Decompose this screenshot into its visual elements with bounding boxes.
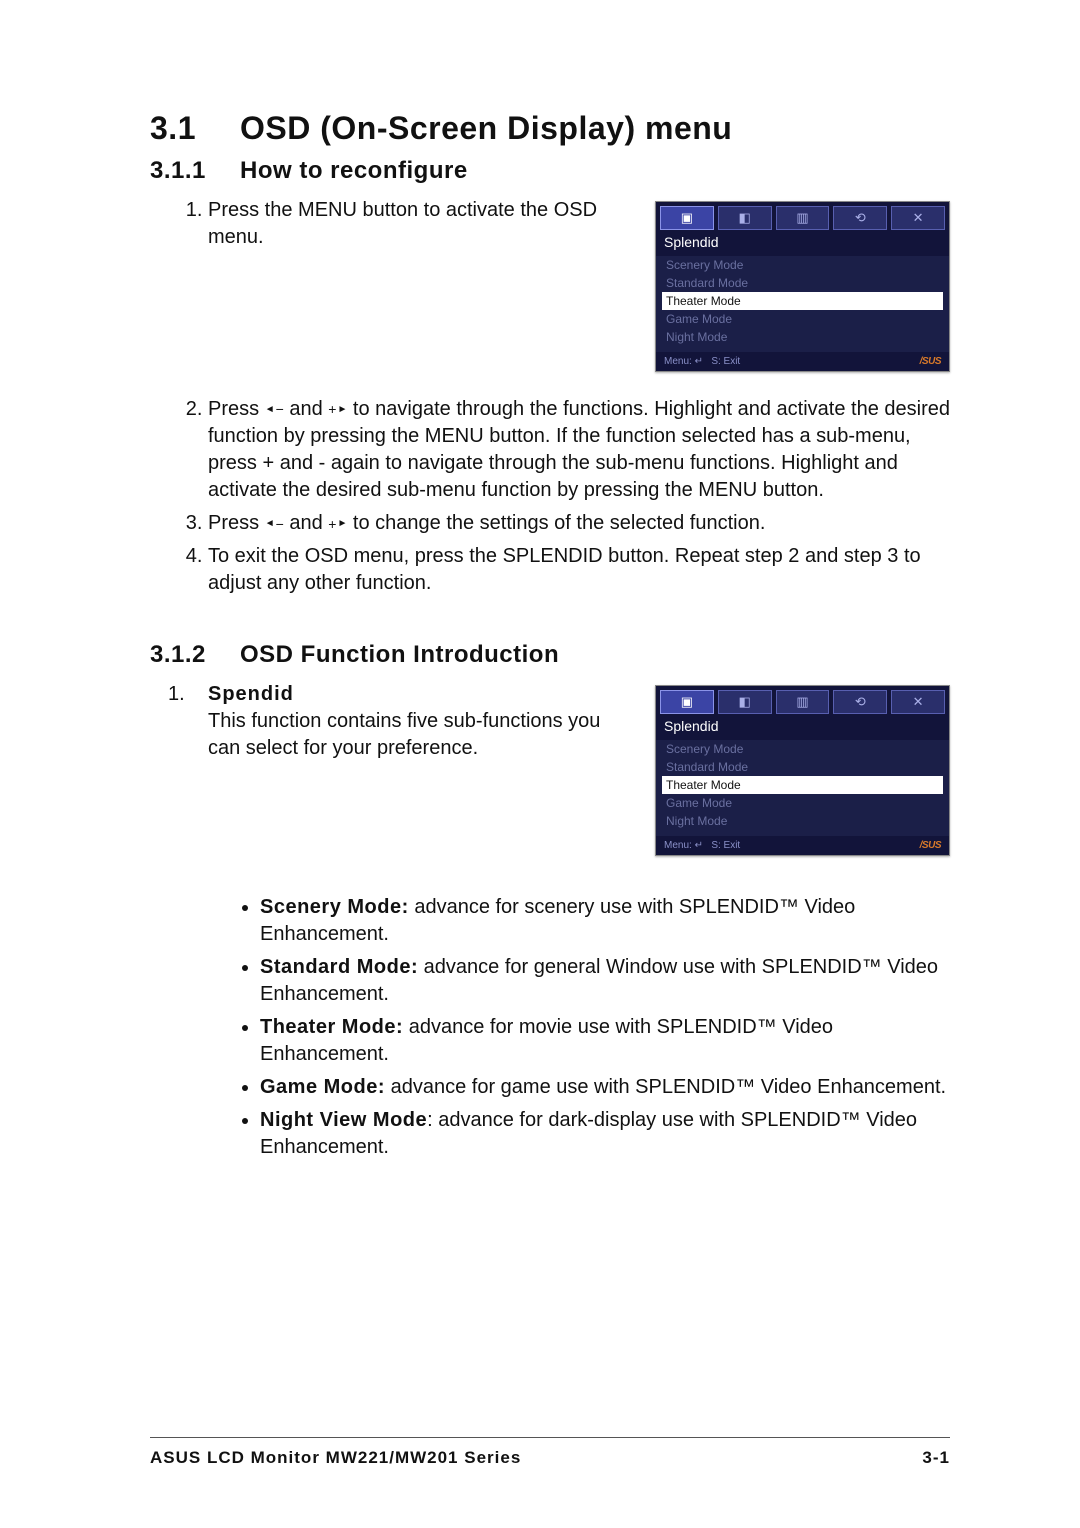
- osd-mode-night: Night Mode: [662, 328, 943, 346]
- osd-title: Splendid: [656, 714, 949, 740]
- close-icon: ✕: [913, 210, 924, 226]
- step-4: To exit the OSD menu, press the SPLENDID…: [208, 543, 950, 597]
- osd-mode-night: Night Mode: [662, 812, 943, 830]
- mode-game-label: Game Mode:: [260, 1076, 385, 1098]
- mode-game-desc: advance for game use with SPLENDID™ Vide…: [385, 1076, 946, 1098]
- splendid-row: 1.Spendid This function contains five su…: [150, 681, 950, 856]
- osd-preview-2: ▣ ◧ ▥ ⟲ ✕ Splendid Scenery Mode Standard…: [655, 685, 950, 856]
- subsection-number: 3.1.1: [150, 157, 240, 185]
- footer-left: ASUS LCD Monitor MW221/MW201 Series: [150, 1448, 521, 1468]
- osd-mode-game: Game Mode: [662, 794, 943, 812]
- osd-mode-scenery: Scenery Mode: [662, 740, 943, 758]
- step-2: Press and to navigate through the functi…: [208, 396, 950, 504]
- mode-scenery: Scenery Mode: advance for scenery use wi…: [260, 894, 950, 948]
- subsection-title-text: How to reconfigure: [240, 157, 468, 184]
- osd-mode-standard: Standard Mode: [662, 758, 943, 776]
- osd-tab-3: ▥: [776, 206, 830, 230]
- enter-icon: ↵: [695, 356, 703, 367]
- mode-standard-label: Standard Mode:: [260, 956, 418, 978]
- subsection2-heading: 3.1.2OSD Function Introduction: [150, 641, 950, 669]
- osd-brand: /SUS: [920, 840, 941, 851]
- step-3: Press and to change the settings of the …: [208, 510, 950, 537]
- osd-tab-5: ✕: [891, 690, 945, 714]
- osd-brand: /SUS: [920, 356, 941, 367]
- grid-icon: ▣: [681, 694, 693, 710]
- step-2-b: and: [284, 398, 328, 420]
- splendid-heading: 1.Spendid: [150, 681, 625, 708]
- steps-list-2: Press and to navigate through the functi…: [150, 396, 950, 597]
- left-minus-icon: [265, 510, 284, 537]
- osd-tab-4: ⟲: [833, 690, 887, 714]
- osd-tab-2: ◧: [718, 690, 772, 714]
- osd-tabs: ▣ ◧ ▥ ⟲ ✕: [656, 686, 949, 714]
- section-number: 3.1: [150, 110, 240, 147]
- mode-scenery-label: Scenery Mode:: [260, 896, 409, 918]
- picture-icon: ◧: [739, 210, 751, 226]
- page-footer: ASUS LCD Monitor MW221/MW201 Series 3-1: [150, 1448, 950, 1468]
- step-3-a: Press: [208, 512, 265, 534]
- bars-icon: ▥: [796, 694, 808, 710]
- osd-footer-s: S: Exit: [711, 840, 740, 851]
- manual-page: 3.1OSD (On-Screen Display) menu 3.1.1How…: [0, 0, 1080, 1528]
- step-1-text: Press the MENU button to activate the OS…: [208, 199, 597, 248]
- plus-right-icon: [328, 510, 347, 537]
- osd-mode-theater: Theater Mode: [662, 292, 943, 310]
- mode-night-label: Night View Mode: [260, 1109, 427, 1131]
- subsection2-title-text: OSD Function Introduction: [240, 641, 559, 668]
- splendid-label: Spendid: [208, 683, 294, 705]
- osd-footer-menu: Menu:: [664, 356, 692, 367]
- enter-icon: ↵: [695, 840, 703, 851]
- steps-list-1: Press the MENU button to activate the OS…: [150, 197, 625, 251]
- mode-standard: Standard Mode: advance for general Windo…: [260, 954, 950, 1008]
- osd-tab-4: ⟲: [833, 206, 887, 230]
- plus-right-icon: [328, 396, 347, 423]
- footer-right: 3-1: [922, 1448, 950, 1468]
- osd-tab-3: ▥: [776, 690, 830, 714]
- osd-footer-menu: Menu:: [664, 840, 692, 851]
- osd-mode-scenery: Scenery Mode: [662, 256, 943, 274]
- close-icon: ✕: [913, 694, 924, 710]
- osd-tab-2: ◧: [718, 206, 772, 230]
- picture-icon: ◧: [739, 694, 751, 710]
- mode-descriptions: Scenery Mode: advance for scenery use wi…: [150, 894, 950, 1161]
- mode-night: Night View Mode: advance for dark-displa…: [260, 1107, 950, 1161]
- left-minus-icon: [265, 396, 284, 423]
- mode-theater: Theater Mode: advance for movie use with…: [260, 1014, 950, 1068]
- bars-icon: ▥: [796, 210, 808, 226]
- osd-mode-list: Scenery Mode Standard Mode Theater Mode …: [656, 256, 949, 352]
- osd-mode-theater: Theater Mode: [662, 776, 943, 794]
- step-2-a: Press: [208, 398, 265, 420]
- reset-icon: ⟲: [855, 694, 866, 710]
- osd-tab-5: ✕: [891, 206, 945, 230]
- osd-footer: Menu: ↵ S: Exit /SUS: [656, 352, 949, 371]
- osd-tabs: ▣ ◧ ▥ ⟲ ✕: [656, 202, 949, 230]
- osd-preview-1: ▣ ◧ ▥ ⟲ ✕ Splendid Scenery Mode Standard…: [655, 201, 950, 372]
- step-3-b: and: [284, 512, 328, 534]
- osd-footer: Menu: ↵ S: Exit /SUS: [656, 836, 949, 855]
- osd-mode-game: Game Mode: [662, 310, 943, 328]
- step-1: Press the MENU button to activate the OS…: [208, 197, 625, 251]
- reset-icon: ⟲: [855, 210, 866, 226]
- osd-mode-standard: Standard Mode: [662, 274, 943, 292]
- splendid-desc: This function contains five sub-function…: [208, 708, 625, 762]
- section-title-text: OSD (On-Screen Display) menu: [240, 110, 732, 146]
- osd-title: Splendid: [656, 230, 949, 256]
- osd-tab-1: ▣: [660, 690, 714, 714]
- grid-icon: ▣: [681, 210, 693, 226]
- osd-footer-s: S: Exit: [711, 356, 740, 367]
- mode-theater-label: Theater Mode:: [260, 1016, 403, 1038]
- step-4-text: To exit the OSD menu, press the SPLENDID…: [208, 545, 921, 594]
- step1-row: Press the MENU button to activate the OS…: [150, 197, 950, 372]
- mode-game: Game Mode: advance for game use with SPL…: [260, 1074, 950, 1101]
- osd-mode-list: Scenery Mode Standard Mode Theater Mode …: [656, 740, 949, 836]
- splendid-num: 1.: [168, 681, 208, 708]
- subsection-heading: 3.1.1How to reconfigure: [150, 157, 950, 185]
- step-3-c: to change the settings of the selected f…: [347, 512, 765, 534]
- footer-rule: [150, 1437, 950, 1438]
- osd-tab-1: ▣: [660, 206, 714, 230]
- section-heading: 3.1OSD (On-Screen Display) menu: [150, 110, 950, 147]
- subsection2-number: 3.1.2: [150, 641, 240, 669]
